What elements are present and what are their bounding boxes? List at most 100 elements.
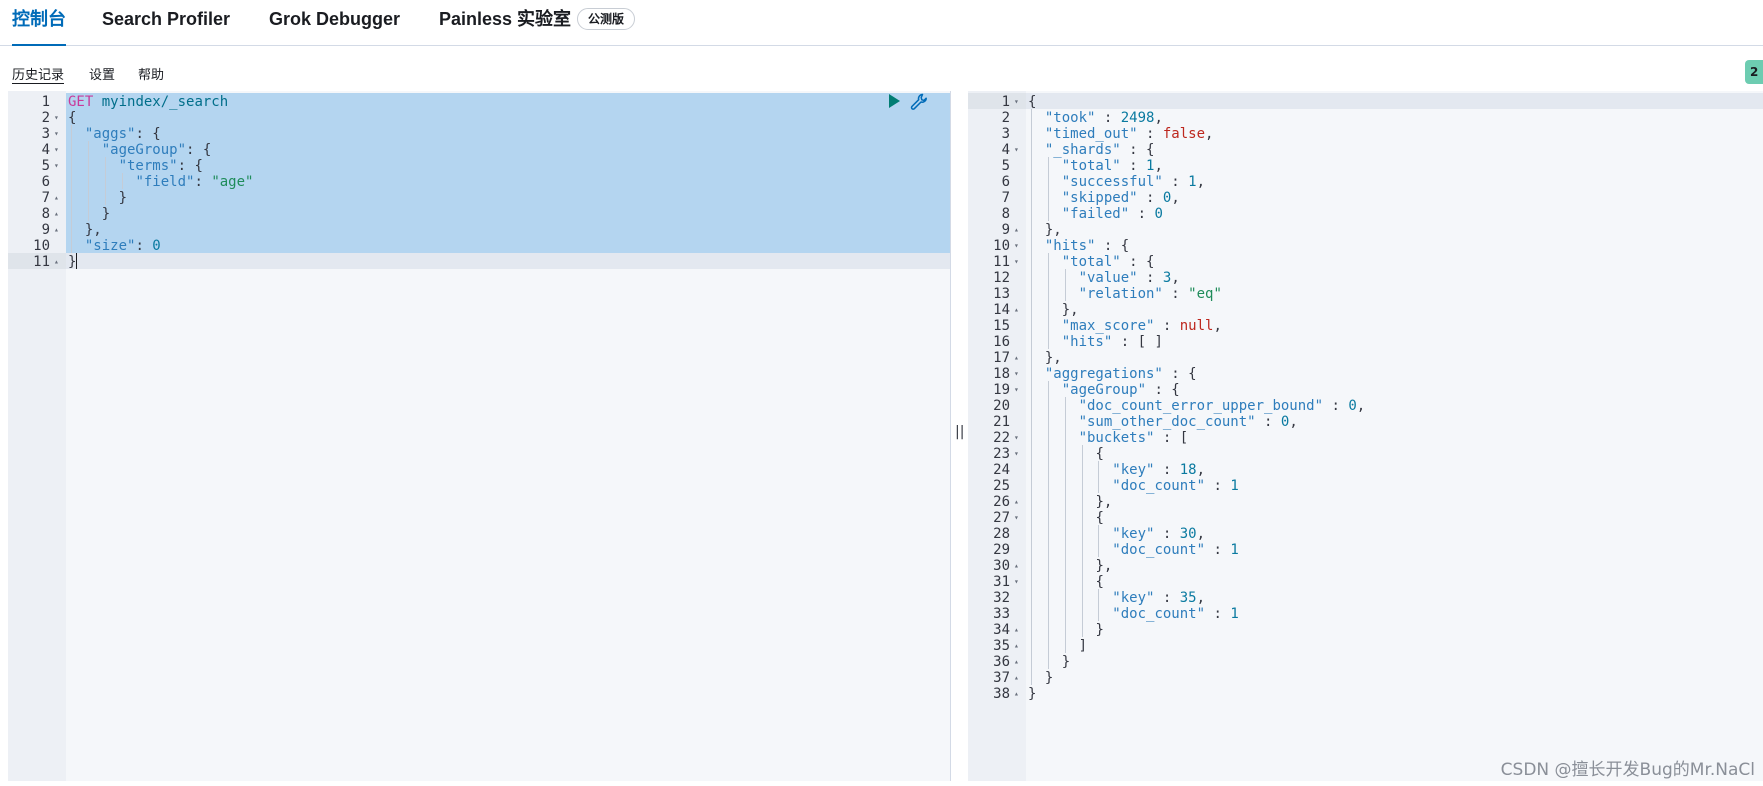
tab-grok-debugger[interactable]: Grok Debugger [269,0,400,45]
code-token: { [1028,94,1037,110]
code-token: : { [1162,366,1197,382]
fold-close-icon[interactable]: ▴ [1014,685,1024,703]
run-request-icon[interactable] [889,94,900,108]
code-token: 30 [1179,526,1197,542]
code-token: "terms" [118,158,178,174]
code-token: "doc_count" [1112,478,1206,494]
code-token: , [1154,158,1163,174]
wrench-icon[interactable] [909,92,929,112]
code-token: , [1356,398,1366,414]
code-token: : { [1120,142,1155,158]
code-token: "key" [1112,462,1155,478]
code-token: } [1095,622,1104,638]
code-token: "_shards" [1044,142,1121,158]
code-token: { [1095,574,1104,590]
code-token: : [135,238,153,254]
code-text: } [1028,685,1036,703]
panel-resizer[interactable]: || [952,91,966,781]
code-token: } [1044,670,1054,686]
code-token: "ageGroup" [101,142,187,158]
tab-search-profiler[interactable]: Search Profiler [102,0,230,45]
request-editor[interactable]: 1 GET myindex/_search 2 ▾{3 ▾ "aggs": {4 ▾ "age… [8,91,951,781]
code-token: : { [177,158,203,174]
top-tab-bar: 控制台 Search Profiler Grok Debugger Painle… [0,0,1763,46]
code-token: false [1162,126,1206,142]
code-token: : [1154,526,1180,542]
code-token: : [1162,286,1189,302]
code-token: } [101,206,111,222]
code-token: { [1095,510,1104,526]
code-token: , [1289,414,1298,430]
code-token: { [1095,446,1104,462]
code-token: { [68,110,77,126]
code-token: "relation" [1078,286,1163,302]
code-token: : [1323,398,1349,414]
code-token: "buckets" [1078,430,1155,446]
code-token: , [1196,462,1206,478]
code-token: "successful" [1061,174,1163,190]
code-token: } [68,254,77,270]
code-token: "age" [211,174,254,190]
code-token: : [1154,590,1180,606]
code-token: : [1129,206,1155,222]
code-token: "field" [135,174,195,190]
code-token: , [1196,590,1206,606]
code-token: "sum_other_doc_count" [1078,414,1256,430]
code-token: }, [1095,558,1113,574]
fold-close-icon[interactable]: ▴ [54,253,64,271]
code-token: : [1154,462,1180,478]
tab-grok-debugger-label: Grok Debugger [269,9,401,29]
code-token: : [1120,158,1147,174]
code-token: GET [68,94,94,110]
history-link[interactable]: 历史记录 [12,64,65,84]
code-token: : [1205,542,1231,558]
code-token: 1 [1188,174,1197,190]
tab-console-label: 控制台 [12,9,66,29]
tab-painless-lab-label: Painless 实验室 [439,9,572,29]
code-token: : [1255,414,1281,430]
code-token: null [1179,318,1214,334]
beta-badge: 公测版 [577,8,636,30]
code-token: "hits" [1044,238,1096,254]
code-token: 0 [152,238,161,254]
code-token: 2498 [1120,110,1155,126]
code-token: } [1028,686,1037,702]
code-token: 1 [1230,606,1239,622]
code-token: : [1137,270,1163,286]
code-token: : { [1095,238,1130,254]
status-badge: 2 [1745,60,1763,84]
text-cursor [76,253,78,269]
tab-console[interactable]: 控制台 [12,0,66,46]
tab-search-profiler-label: Search Profiler [102,9,231,29]
code-line: 11 ▴} [8,253,950,271]
help-link[interactable]: 帮助 [138,64,164,83]
response-editor[interactable]: 1 ▾{2 "took" : 2498, 3 "timed_out" : false, 4… [968,91,1763,781]
code-token: : [194,174,212,190]
code-token: myindex/_search [101,94,229,110]
code-token: "doc_count" [1112,606,1206,622]
code-token: : [1137,190,1163,206]
code-token: , [1171,270,1180,286]
code-token: 1 [1230,478,1239,494]
code-line: 38 ▴} [968,685,1763,703]
code-token: : [ [1154,430,1189,446]
tab-painless-lab[interactable]: Painless 实验室 公测版 [439,0,636,45]
code-token: : [1095,110,1121,126]
code-token: , [1171,190,1180,206]
code-token: "total" [1061,254,1121,270]
code-token: } [1061,654,1071,670]
code-token: 18 [1179,462,1197,478]
resizer-handle: || [955,424,965,440]
code-token: : [1205,606,1231,622]
line-number: 11 [33,254,50,270]
settings-link[interactable]: 设置 [89,64,115,83]
console-toolbar: 历史记录 设置 帮助 2 [0,56,1763,88]
code-token: "failed" [1061,206,1130,222]
code-token: : [1205,478,1231,494]
code-token: "ageGroup" [1061,382,1147,398]
code-token: }, [84,222,102,238]
code-token: "aggs" [84,126,136,142]
code-text: } [68,253,76,271]
code-token: : { [186,142,212,158]
